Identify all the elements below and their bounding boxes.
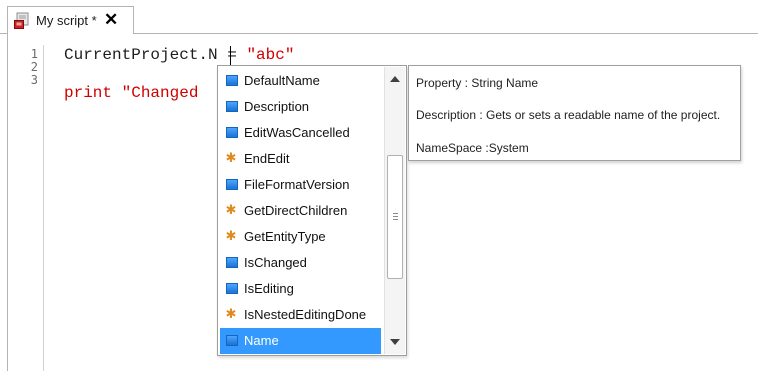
list-item[interactable]: FileFormatVersion: [220, 172, 381, 198]
list-item[interactable]: IsChanged: [220, 250, 381, 276]
code-string: "abc": [246, 46, 295, 64]
list-item-label: GetEntityType: [244, 229, 326, 244]
list-item-label: IsEditing: [244, 281, 294, 296]
list-item-label: DefaultName: [244, 73, 320, 88]
code-line-3[interactable]: print "Changed: [64, 84, 198, 102]
property-icon: [226, 75, 238, 86]
tab-bar-divider: [134, 33, 758, 34]
list-item[interactable]: ✱ IsNestedEditingDone: [220, 302, 381, 328]
list-item-label: IsChanged: [244, 255, 307, 270]
line-number: 2: [30, 60, 38, 74]
property-icon: [226, 179, 238, 190]
list-item[interactable]: Description: [220, 94, 381, 120]
list-item[interactable]: IsEditing: [220, 276, 381, 302]
list-item[interactable]: ✱ GetEntityType: [220, 224, 381, 250]
list-item[interactable]: DefaultName: [220, 68, 381, 94]
scrollbar-thumb[interactable]: [387, 155, 403, 279]
list-item-label: EditWasCancelled: [244, 125, 350, 140]
scroll-down-arrow-icon[interactable]: [390, 339, 400, 345]
line-number: 3: [30, 73, 38, 87]
autocomplete-list[interactable]: DefaultName Description EditWasCancelled…: [217, 65, 407, 356]
list-item-label: FileFormatVersion: [244, 177, 350, 192]
scroll-up-arrow-icon[interactable]: [390, 76, 400, 82]
tab-bar: My script * ✕: [0, 0, 758, 35]
script-file-icon: [14, 12, 29, 29]
grip-icon: [393, 216, 398, 217]
tab-my-script[interactable]: My script * ✕: [7, 6, 134, 34]
property-icon: [226, 335, 238, 346]
method-icon: ✱: [225, 202, 237, 217]
member-info-tooltip: Property : String Name Description : Get…: [408, 65, 741, 161]
code-line-1[interactable]: CurrentProject.N = "abc": [64, 46, 294, 64]
gutter-divider: [43, 45, 44, 371]
tab-title: My script *: [36, 13, 97, 28]
list-item-label: GetDirectChildren: [244, 203, 348, 218]
list-item-label: IsNestedEditingDone: [244, 307, 367, 322]
close-icon[interactable]: ✕: [104, 9, 118, 31]
code-identifier: CurrentProject.N: [64, 46, 218, 64]
property-icon: [226, 283, 238, 294]
property-icon: [226, 101, 238, 112]
list-item[interactable]: EditWasCancelled: [220, 120, 381, 146]
method-icon: ✱: [225, 306, 237, 321]
list-item-label: EndEdit: [244, 151, 290, 166]
list-item[interactable]: ✱ GetDirectChildren: [220, 198, 381, 224]
property-icon: [226, 127, 238, 138]
text-caret: [230, 46, 231, 66]
line-number: 1: [30, 47, 38, 61]
list-item-selected[interactable]: Name: [220, 328, 381, 354]
code-keyword: print: [64, 84, 122, 102]
grip-icon: [393, 219, 398, 220]
tooltip-property: Property : String Name: [416, 76, 539, 90]
tooltip-description: Description : Gets or sets a readable na…: [416, 108, 721, 122]
property-icon: [226, 257, 238, 268]
tooltip-namespace: NameSpace :System: [416, 141, 529, 155]
method-icon: ✱: [225, 150, 237, 165]
code-string: "Changed: [121, 84, 199, 102]
tab-bar-divider: [0, 33, 7, 34]
grip-icon: [393, 213, 398, 214]
code-operator: =: [217, 46, 247, 64]
list-item-label: Description: [244, 99, 310, 114]
scrollbar[interactable]: [384, 67, 405, 354]
method-icon: ✱: [225, 228, 237, 243]
list-item-label: Name: [244, 333, 279, 348]
list-item[interactable]: ✱ EndEdit: [220, 146, 381, 172]
